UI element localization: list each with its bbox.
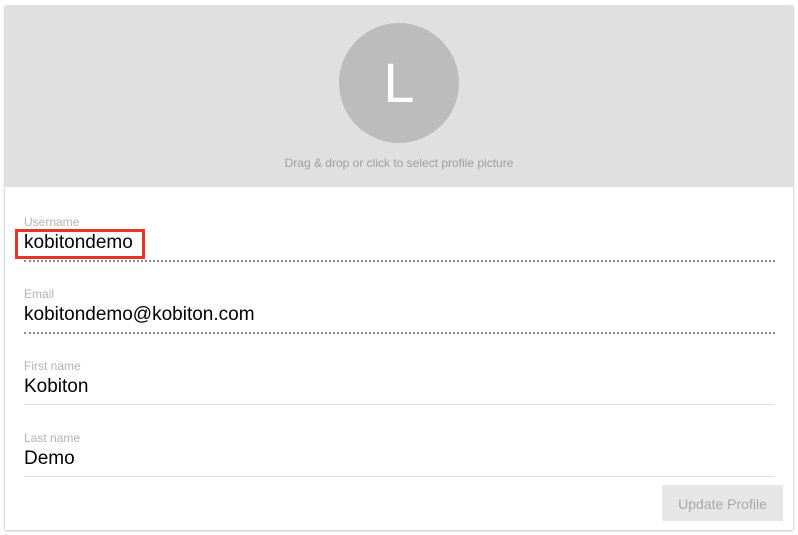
- last-name-label: Last name: [24, 431, 81, 445]
- profile-picture-hint: Drag & drop or click to select profile p…: [284, 156, 514, 170]
- first-name-input[interactable]: Kobiton: [24, 376, 88, 398]
- username-label: Username: [24, 215, 80, 229]
- last-name-underline: [24, 476, 775, 477]
- profile-card: L Drag & drop or click to select profile…: [5, 6, 793, 530]
- avatar[interactable]: L: [339, 23, 459, 143]
- update-profile-button[interactable]: Update Profile: [662, 485, 783, 521]
- first-name-underline: [24, 404, 775, 405]
- last-name-input[interactable]: Demo: [24, 448, 75, 470]
- email-underline: [24, 332, 775, 334]
- first-name-label: First name: [24, 359, 81, 373]
- profile-picture-dropzone[interactable]: L Drag & drop or click to select profile…: [5, 6, 793, 187]
- email-label: Email: [24, 287, 55, 301]
- username-highlight-box: [15, 229, 145, 259]
- username-underline: [24, 260, 775, 262]
- email-input[interactable]: kobitondemo@kobiton.com: [24, 304, 255, 326]
